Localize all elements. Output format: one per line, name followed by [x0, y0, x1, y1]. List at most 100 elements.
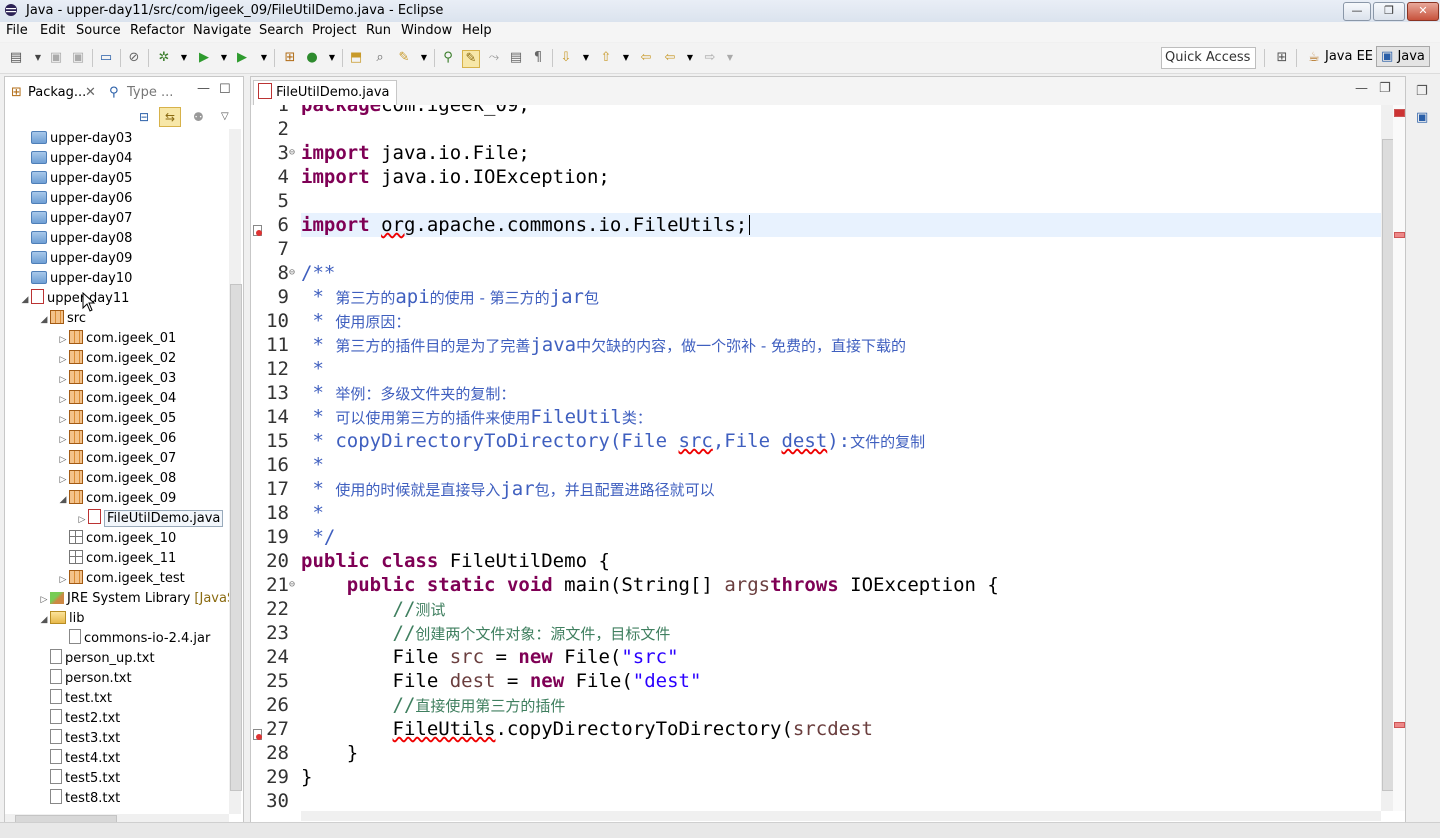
- expand-arrow-icon[interactable]: ▷: [57, 470, 69, 490]
- tree-item[interactable]: ▷ com.igeek_03: [57, 369, 176, 389]
- close-tab-icon[interactable]: ✕: [85, 85, 96, 100]
- tree-item[interactable]: test.txt: [38, 689, 112, 709]
- skip-breakpoints-icon[interactable]: ⊘: [126, 50, 142, 66]
- external-tools-dropdown-icon[interactable]: ▼: [256, 50, 272, 66]
- code-line[interactable]: 12 *: [251, 357, 1381, 381]
- editor-horizontal-scrollbar[interactable]: [301, 811, 1381, 821]
- new-class-dropdown-icon[interactable]: ▼: [324, 50, 340, 66]
- quick-access-input[interactable]: Quick Access: [1161, 47, 1256, 69]
- previous-annotation-icon[interactable]: ⇧: [598, 50, 614, 66]
- expand-arrow-icon[interactable]: ▷: [57, 410, 69, 430]
- tree-item[interactable]: test3.txt: [38, 729, 120, 749]
- tree-item[interactable]: ◢ lib: [38, 609, 84, 629]
- view-menu-icon[interactable]: ▽: [221, 111, 229, 122]
- editor-tab-fileutildemo[interactable]: FileUtilDemo.java ✕: [253, 80, 397, 124]
- code-line[interactable]: 29}: [251, 765, 1381, 789]
- expand-arrow-icon[interactable]: ▷: [57, 330, 69, 350]
- toggle-breadcrumb-icon[interactable]: ⚲: [440, 50, 456, 66]
- word-wrap-icon[interactable]: ▤: [508, 50, 524, 66]
- code-line[interactable]: 24 File src = new File("src": [251, 645, 1381, 669]
- code-line[interactable]: 19 */: [251, 525, 1381, 549]
- editor-vertical-scrollbar[interactable]: [1381, 105, 1394, 811]
- console-icon[interactable]: ▭: [98, 50, 114, 66]
- error-summary-marker[interactable]: [1394, 109, 1405, 117]
- code-line[interactable]: 18 *: [251, 501, 1381, 525]
- tab-type-hierarchy[interactable]: Type ...: [127, 85, 173, 100]
- last-edit-location-icon[interactable]: ⇦: [638, 50, 654, 66]
- fold-toggle-icon[interactable]: ⊖: [289, 141, 299, 165]
- code-line[interactable]: 3 ⊖ import java.io.File;: [251, 141, 1381, 165]
- tree-item[interactable]: upper-day10: [19, 269, 132, 289]
- code-line[interactable]: 10 * 使用原因：: [251, 309, 1381, 333]
- code-line[interactable]: 14 * 可以使用第三方的插件来使用FileUtil类：: [251, 405, 1381, 429]
- tree-item[interactable]: upper-day08: [19, 229, 132, 249]
- tree-item[interactable]: ▷ JRE System Library [JavaSE: [38, 589, 229, 609]
- tree-item[interactable]: upper-day07: [19, 209, 132, 229]
- show-whitespace-icon[interactable]: ¶: [530, 50, 546, 66]
- code-line[interactable]: 7: [251, 237, 1381, 261]
- focus-on-task-icon[interactable]: ⚉: [193, 110, 204, 124]
- error-marker[interactable]: [1394, 232, 1405, 238]
- tree-item[interactable]: ◢ com.igeek_09: [57, 489, 176, 509]
- collapse-arrow-icon[interactable]: ◢: [38, 310, 50, 330]
- perspective-java[interactable]: ▣ Java: [1376, 46, 1430, 67]
- expand-arrow-icon[interactable]: ▷: [57, 430, 69, 450]
- menu-file[interactable]: File: [6, 23, 28, 38]
- code-line[interactable]: 1 packagecom.igeek_09;: [251, 105, 1381, 117]
- expand-arrow-icon[interactable]: ▷: [57, 390, 69, 410]
- tree-item[interactable]: ▷ com.igeek_04: [57, 389, 176, 409]
- tree-item[interactable]: ▷ com.igeek_08: [57, 469, 176, 489]
- menu-help[interactable]: Help: [462, 23, 492, 38]
- maximize-view-icon[interactable]: ☐: [219, 82, 231, 97]
- tree-item[interactable]: com.igeek_11: [57, 549, 176, 569]
- code-line[interactable]: 23 //创建两个文件对象：源文件，目标文件: [251, 621, 1381, 645]
- next-annotation-dropdown-icon[interactable]: ▼: [578, 50, 594, 66]
- tree-item[interactable]: ▷ com.igeek_06: [57, 429, 176, 449]
- tree-item[interactable]: commons-io-2.4.jar: [57, 629, 210, 649]
- minimize-button[interactable]: —: [1343, 2, 1371, 21]
- mark-occurrences-icon[interactable]: ✎: [462, 50, 480, 68]
- expand-arrow-icon[interactable]: ▷: [57, 450, 69, 470]
- code-line[interactable]: 22 //测试: [251, 597, 1381, 621]
- expand-arrow-icon[interactable]: ▷: [57, 350, 69, 370]
- code-line[interactable]: 27 FileUtils.copyDirectoryToDirectory(sr…: [251, 717, 1381, 741]
- new-java-class-icon[interactable]: ●: [304, 50, 320, 66]
- code-line[interactable]: 4 import java.io.IOException;: [251, 165, 1381, 189]
- menu-edit[interactable]: Edit: [40, 23, 65, 38]
- code-line[interactable]: 21 ⊖ public static void main(String[] arg…: [251, 573, 1381, 597]
- open-type-icon[interactable]: ⬒: [348, 50, 364, 66]
- restore-editor-icon[interactable]: ❐: [1379, 81, 1391, 96]
- search-icon[interactable]: ⌕: [372, 50, 388, 66]
- code-area[interactable]: 1 packagecom.igeek_09; 2 3 ⊖ import java.io.F…: [251, 105, 1381, 811]
- expand-arrow-icon[interactable]: ▷: [57, 370, 69, 390]
- tree-item[interactable]: upper-day03: [19, 129, 132, 149]
- minimize-view-icon[interactable]: —: [197, 81, 210, 96]
- tree-item[interactable]: ▷ com.igeek_02: [57, 349, 176, 369]
- overview-ruler[interactable]: [1393, 105, 1405, 811]
- collapse-arrow-icon[interactable]: ◢: [57, 490, 69, 510]
- debug-icon[interactable]: ✲: [156, 50, 172, 66]
- maximize-button[interactable]: ❐: [1373, 2, 1405, 21]
- tree-item[interactable]: test4.txt: [38, 749, 120, 769]
- open-perspective-icon[interactable]: ⊞: [1274, 50, 1290, 66]
- menu-run[interactable]: Run: [366, 23, 391, 38]
- fold-toggle-icon[interactable]: ⊖: [289, 261, 299, 285]
- tab-package-explorer[interactable]: Packag...: [28, 85, 86, 100]
- save-all-icon[interactable]: ▣: [70, 50, 86, 66]
- run-icon[interactable]: ▶: [196, 50, 212, 66]
- code-line[interactable]: 5: [251, 189, 1381, 213]
- code-line[interactable]: 6 import org.apache.commons.io.FileUtils;: [251, 213, 1381, 237]
- tree-item[interactable]: ▷ com.igeek_07: [57, 449, 176, 469]
- code-line[interactable]: 16 *: [251, 453, 1381, 477]
- code-line[interactable]: 15 * copyDirectoryToDirectory(File src,F…: [251, 429, 1381, 453]
- collapse-arrow-icon[interactable]: ◢: [19, 290, 31, 310]
- tree-item[interactable]: upper-day05: [19, 169, 132, 189]
- fold-toggle-icon[interactable]: ⊖: [289, 573, 299, 597]
- menu-project[interactable]: Project: [312, 23, 356, 38]
- new-dropdown-icon[interactable]: ▼: [30, 50, 46, 66]
- task-dropdown-icon[interactable]: ▼: [416, 50, 432, 66]
- tree-item[interactable]: ◢ src: [38, 309, 86, 329]
- run-dropdown-icon[interactable]: ▼: [216, 50, 232, 66]
- tree-item[interactable]: com.igeek_10: [57, 529, 176, 549]
- code-line[interactable]: 30: [251, 789, 1381, 811]
